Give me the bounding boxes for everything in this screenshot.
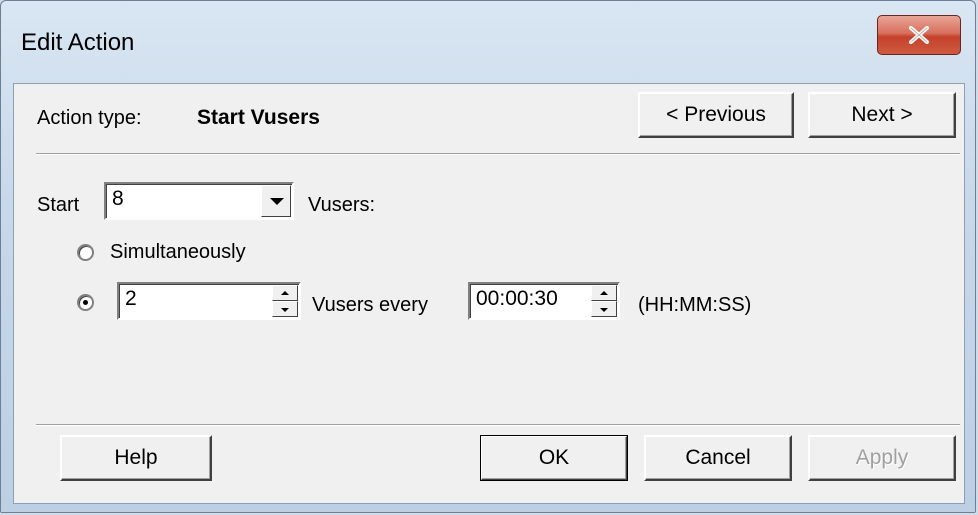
header-divider: [36, 153, 960, 155]
dialog-client-area: Action type: Start Vusers < Previous Nex…: [13, 83, 965, 504]
vusers-count-dropdown[interactable]: 8: [104, 182, 294, 220]
previous-button-label: < Previous: [666, 103, 766, 126]
ok-button-label: OK: [538, 446, 570, 469]
vusers-count-value: 8: [112, 187, 124, 210]
interval-time-spinner[interactable]: [591, 285, 617, 317]
help-button-label: Help: [114, 446, 158, 469]
window-title: Edit Action: [21, 29, 135, 56]
interval-radio[interactable]: [77, 294, 94, 311]
simultaneously-label[interactable]: Simultaneously: [110, 241, 246, 264]
action-type-value: Start Vusers: [197, 106, 320, 129]
next-button[interactable]: Next >: [808, 92, 956, 138]
vusers-every-label: Vusers every: [312, 294, 428, 316]
apply-button-label: Apply: [855, 446, 909, 469]
spin-up-icon[interactable]: [591, 285, 617, 301]
interval-vusers-value: 2: [125, 287, 137, 310]
spin-down-icon[interactable]: [272, 301, 298, 317]
help-button[interactable]: Help: [60, 435, 212, 481]
cancel-button-label: Cancel: [685, 446, 751, 469]
start-label: Start: [37, 194, 80, 216]
action-type-label: Action type:: [37, 107, 142, 129]
interval-vusers-spinbox[interactable]: 2: [117, 282, 301, 320]
edit-action-dialog: Edit Action Action type: Start Vusers < …: [0, 0, 976, 513]
close-icon: [909, 26, 929, 44]
close-button[interactable]: [877, 15, 961, 55]
interval-vusers-spinner[interactable]: [272, 285, 298, 317]
title-bar[interactable]: Edit Action: [1, 1, 975, 81]
vusers-label: Vusers:: [308, 194, 376, 216]
cancel-button[interactable]: Cancel: [644, 435, 792, 481]
footer-divider: [36, 424, 960, 426]
apply-button[interactable]: Apply: [808, 435, 956, 481]
simultaneously-radio[interactable]: [77, 244, 94, 261]
interval-time-spinbox[interactable]: 00:00:30: [468, 282, 620, 320]
time-format-label: (HH:MM:SS): [638, 294, 752, 316]
previous-button[interactable]: < Previous: [638, 92, 794, 138]
next-button-label: Next >: [851, 103, 913, 126]
interval-time-value: 00:00:30: [476, 287, 558, 310]
ok-button[interactable]: OK: [480, 435, 628, 481]
dropdown-arrow-icon[interactable]: [261, 185, 291, 217]
spin-down-icon[interactable]: [591, 301, 617, 317]
spin-up-icon[interactable]: [272, 285, 298, 301]
